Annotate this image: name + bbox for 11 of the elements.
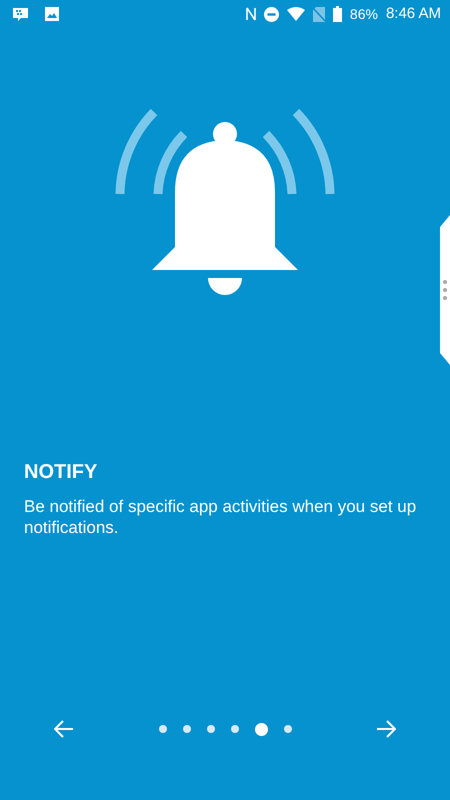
battery-icon bbox=[332, 6, 342, 22]
slide-title: NOTIFY bbox=[24, 460, 98, 484]
nfc-icon bbox=[246, 7, 256, 21]
clock: 8:46 AM bbox=[386, 4, 441, 24]
wifi-icon bbox=[286, 7, 305, 21]
battery-percentage: 86% bbox=[350, 4, 378, 24]
slide-description: Be notified of specific app activities when you set up notifications. bbox=[24, 496, 418, 538]
messenger-icon bbox=[12, 6, 29, 22]
image-icon bbox=[45, 7, 59, 21]
do-not-disturb-icon bbox=[264, 6, 279, 22]
no-sim-icon bbox=[312, 6, 325, 22]
